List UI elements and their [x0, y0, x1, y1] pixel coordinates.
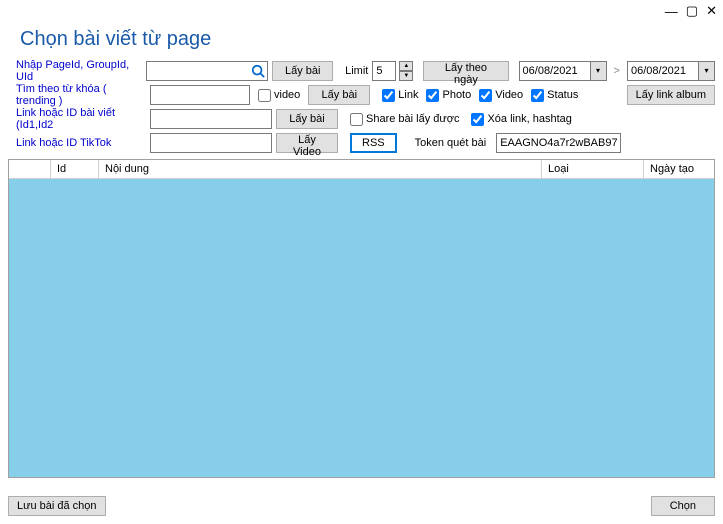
results-table: Id Nội dung Loại Ngày tạo — [8, 159, 715, 478]
get-by-date-button[interactable]: Lấy theo ngày — [423, 61, 508, 81]
get-album-button[interactable]: Lấy link album — [627, 85, 715, 105]
col-type[interactable]: Loại — [542, 160, 644, 178]
col-content[interactable]: Nội dung — [99, 160, 542, 178]
choose-button[interactable]: Chọn — [651, 496, 715, 516]
xoa-cb-label: Xóa link, hashtag — [487, 113, 571, 125]
link-checkbox[interactable] — [382, 89, 395, 102]
photo-cb-label: Photo — [442, 89, 471, 101]
limit-spinner[interactable]: ▲▼ — [399, 61, 413, 81]
xoa-checkbox[interactable] — [471, 113, 484, 126]
save-selected-button[interactable]: Lưu bài đã chọn — [8, 496, 106, 516]
page-title: Chọn bài viết từ page — [0, 22, 723, 59]
close-icon[interactable]: ✕ — [706, 3, 717, 19]
table-header: Id Nội dung Loại Ngày tạo — [9, 160, 714, 179]
photo-checkbox[interactable] — [426, 89, 439, 102]
tiktok-input[interactable] — [150, 133, 272, 153]
limit-label: Limit — [345, 65, 368, 77]
get-post-button-2[interactable]: Lấy bài — [308, 85, 370, 105]
keyword-input[interactable] — [150, 85, 250, 105]
col-date[interactable]: Ngày tạo — [644, 160, 714, 178]
label-postid: Link hoặc ID bài viết (Id1,Id2 — [16, 107, 146, 131]
chevron-down-icon[interactable]: ▾ — [591, 61, 607, 81]
token-label: Token quét bài — [415, 137, 487, 149]
share-checkbox[interactable] — [350, 113, 363, 126]
get-post-button-1[interactable]: Lấy bài — [272, 61, 333, 81]
limit-input[interactable] — [372, 61, 396, 81]
date-to-input[interactable] — [627, 61, 699, 81]
search-icon[interactable] — [251, 64, 265, 78]
video-checkbox[interactable] — [258, 89, 271, 102]
table-body[interactable] — [9, 179, 714, 477]
cvideo-cb-label: Video — [495, 89, 523, 101]
date-separator: > — [614, 65, 620, 77]
label-tiktok: Link hoặc ID TikTok — [16, 137, 146, 149]
label-pageid: Nhập PageId, GroupId, UId — [16, 59, 142, 83]
status-checkbox[interactable] — [531, 89, 544, 102]
label-keyword: Tìm theo từ khóa ( trending ) — [16, 83, 146, 107]
chevron-down-icon[interactable]: ▾ — [699, 61, 715, 81]
video-cb-label: video — [274, 89, 300, 101]
get-post-button-3[interactable]: Lấy bài — [276, 109, 338, 129]
status-cb-label: Status — [547, 89, 578, 101]
postid-input[interactable] — [150, 109, 272, 129]
col-check[interactable] — [9, 160, 51, 178]
maximize-icon[interactable]: ▢ — [686, 3, 698, 19]
col-id[interactable]: Id — [51, 160, 99, 178]
link-cb-label: Link — [398, 89, 418, 101]
date-from-input[interactable] — [519, 61, 591, 81]
rss-button[interactable]: RSS — [350, 133, 397, 153]
minimize-icon[interactable]: — — [665, 4, 678, 19]
pageid-input[interactable] — [146, 61, 268, 81]
share-cb-label: Share bài lấy được — [366, 113, 459, 125]
get-video-button[interactable]: Lấy Video — [276, 133, 338, 153]
cvideo-checkbox[interactable] — [479, 89, 492, 102]
token-input[interactable] — [496, 133, 621, 153]
